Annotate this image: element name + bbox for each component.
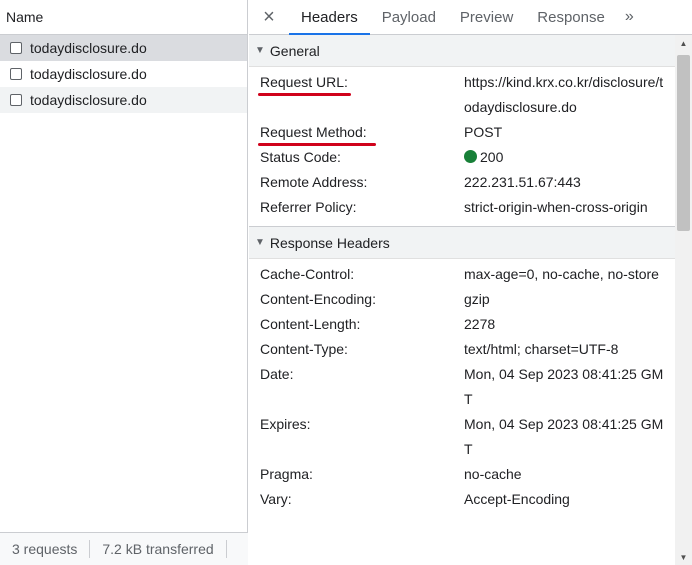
header-key: Expires: [260, 416, 311, 432]
detail-tabs: × Headers Payload Preview Response » [249, 0, 692, 35]
response-headers-section-header[interactable]: ▼ Response Headers [249, 227, 675, 259]
status-ok-icon [464, 150, 477, 163]
header-key: Referrer Policy: [260, 199, 357, 215]
request-row[interactable]: todaydisclosure.do [0, 35, 247, 61]
name-column-header[interactable]: Name [0, 0, 247, 35]
tab-preview[interactable]: Preview [448, 0, 525, 34]
header-key: Pragma: [260, 466, 313, 482]
close-icon[interactable]: × [249, 0, 289, 34]
header-row: Referrer Policy: strict-origin-when-cros… [249, 195, 675, 220]
request-count: 3 requests [12, 541, 78, 557]
request-name: todaydisclosure.do [30, 92, 147, 108]
header-row: Request Method: POST [249, 120, 675, 146]
header-row: Content-Encoding: gzip [249, 287, 675, 312]
header-key: Remote Address: [260, 174, 368, 190]
triangle-down-icon: ▼ [255, 237, 265, 248]
tab-headers[interactable]: Headers [289, 0, 370, 35]
header-key: Status Code: [260, 149, 341, 165]
header-key: Cache-Control: [260, 266, 355, 282]
status-code: 200 [480, 149, 504, 165]
general-section-header[interactable]: ▼ General [249, 35, 675, 67]
header-key: Request Method: [249, 120, 464, 146]
header-key: Content-Type: [260, 341, 348, 357]
header-key: Date: [260, 366, 294, 382]
header-key: Request URL: [249, 70, 464, 120]
header-key: Vary: [260, 491, 292, 507]
header-value: 200 [464, 145, 664, 170]
request-checkbox-icon [10, 42, 22, 54]
headers-content: ▼ General Request URL: https://kind.krx.… [249, 35, 675, 565]
header-row: Pragma: no-cache [249, 462, 675, 487]
header-row: Content-Length: 2278 [249, 312, 675, 337]
scroll-up-icon[interactable]: ▲ [675, 35, 692, 51]
status-bar: 3 requests 7.2 kB transferred [0, 532, 248, 565]
header-value: 222.231.51.67:443 [464, 174, 581, 190]
section-title: Response Headers [269, 234, 390, 251]
header-row: Date: Mon, 04 Sep 2023 08:41:25 GMT [249, 362, 675, 412]
response-headers-section: Cache-Control: max-age=0, no-cache, no-s… [249, 259, 675, 518]
header-value: POST [464, 124, 503, 140]
request-row[interactable]: todaydisclosure.do [0, 87, 247, 113]
transferred-size: 7.2 kB transferred [102, 541, 214, 557]
tab-response[interactable]: Response [525, 0, 617, 34]
scroll-thumb[interactable] [677, 55, 690, 231]
header-value: https://kind.krx.co.kr/disclosure/todayd… [464, 74, 664, 115]
header-row: Vary: Accept-Encoding [249, 487, 675, 512]
scroll-down-icon[interactable]: ▼ [675, 549, 692, 565]
header-row: Request URL: https://kind.krx.co.kr/disc… [249, 70, 675, 120]
header-value: no-cache [464, 466, 522, 482]
header-value: Mon, 04 Sep 2023 08:41:25 GMT [464, 416, 664, 457]
request-row[interactable]: todaydisclosure.do [0, 61, 247, 87]
header-value: strict-origin-when-cross-origin [464, 199, 648, 215]
header-value: 2278 [464, 316, 496, 332]
section-title: General [269, 42, 320, 59]
status-divider [225, 540, 227, 558]
header-key: Content-Length: [260, 316, 361, 332]
header-row: Status Code: 200 [249, 145, 675, 170]
request-checkbox-icon [10, 68, 22, 80]
general-section: Request URL: https://kind.krx.co.kr/disc… [249, 67, 675, 226]
more-tabs-icon[interactable]: » [617, 0, 639, 34]
header-value: gzip [464, 291, 490, 307]
details-panel: × Headers Payload Preview Response » ▼ G… [249, 0, 692, 565]
request-checkbox-icon [10, 94, 22, 106]
request-name: todaydisclosure.do [30, 40, 147, 56]
header-value: text/html; charset=UTF-8 [464, 341, 619, 357]
header-row: Content-Type: text/html; charset=UTF-8 [249, 337, 675, 362]
triangle-down-icon: ▼ [255, 45, 265, 56]
header-row: Remote Address: 222.231.51.67:443 [249, 170, 675, 195]
header-value: Mon, 04 Sep 2023 08:41:25 GMT [464, 366, 664, 407]
header-value: max-age=0, no-cache, no-store [464, 266, 659, 282]
header-row: Expires: Mon, 04 Sep 2023 08:41:25 GMT [249, 412, 675, 462]
tab-payload[interactable]: Payload [370, 0, 448, 34]
requests-panel: Name todaydisclosure.do todaydisclosure.… [0, 0, 248, 565]
request-name: todaydisclosure.do [30, 66, 147, 82]
header-key: Content-Encoding: [260, 291, 376, 307]
header-row: Cache-Control: max-age=0, no-cache, no-s… [249, 262, 675, 287]
vertical-scrollbar[interactable]: ▲ ▼ [675, 35, 692, 565]
header-value: Accept-Encoding [464, 491, 570, 507]
